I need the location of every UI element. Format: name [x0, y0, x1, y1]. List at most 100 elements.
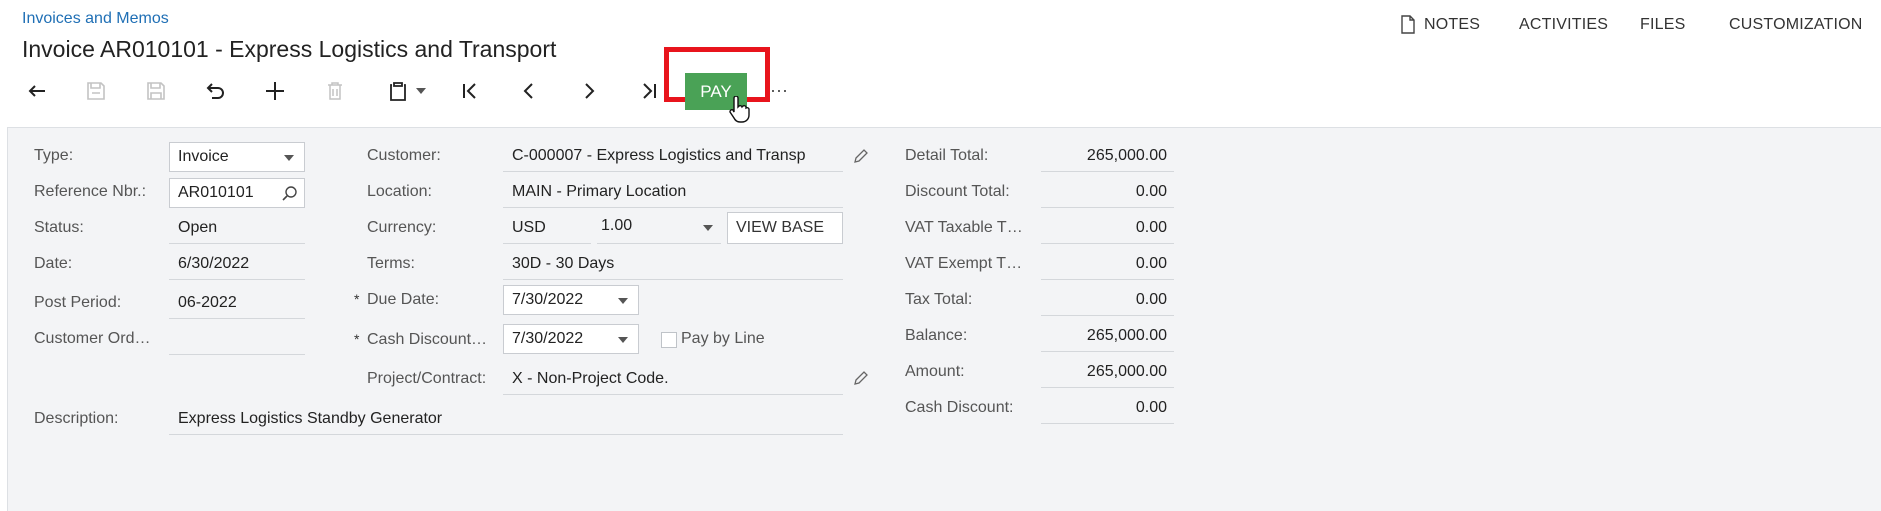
currency-field[interactable]: USD: [503, 213, 591, 244]
post-period-label: Post Period:: [34, 294, 122, 311]
amount-field[interactable]: 265,000.00: [1041, 357, 1174, 388]
date-label: Date:: [34, 255, 73, 272]
back-button[interactable]: [20, 74, 54, 108]
files-button[interactable]: FILES: [1640, 16, 1685, 34]
customer-value: C-000007 - Express Logistics and Transp: [512, 147, 806, 164]
clipboard-icon: [390, 82, 406, 101]
notes-label: NOTES: [1424, 16, 1481, 33]
customer-order-field[interactable]: [169, 324, 305, 355]
detail-total-field: 265,000.00: [1041, 141, 1174, 172]
activities-button[interactable]: ACTIVITIES: [1519, 16, 1608, 34]
status-label: Status:: [34, 219, 84, 236]
reference-nbr-label: Reference Nbr.:: [34, 183, 147, 200]
terms-label: Terms:: [367, 255, 415, 272]
pay-by-line-checkbox[interactable]: [661, 332, 677, 348]
balance-field: 265,000.00: [1041, 321, 1174, 352]
status-value: Open: [178, 219, 218, 236]
pay-by-line-label: Pay by Line: [681, 330, 765, 347]
customer-label: Customer:: [367, 147, 441, 164]
delete-button[interactable]: [318, 74, 352, 108]
amount-label: Amount:: [905, 363, 965, 380]
terms-value: 30D - 30 Days: [512, 255, 615, 272]
discount-total-label: Discount Total:: [905, 183, 1010, 200]
vat-exempt-total-field: 0.00: [1041, 249, 1174, 280]
last-icon: [643, 83, 656, 99]
discount-total-value: 0.00: [1135, 183, 1167, 200]
more-actions-button[interactable]: ···: [770, 80, 788, 101]
description-field[interactable]: Express Logistics Standby Generator: [169, 404, 843, 435]
project-contract-label: Project/Contract:: [367, 370, 487, 387]
date-value: 6/30/2022: [178, 255, 250, 272]
amount-value: 265,000.00: [1086, 363, 1167, 380]
reference-nbr-value: AR010101: [178, 184, 254, 201]
cash-discount-label: Cash Discount:: [905, 399, 1014, 416]
detail-total-label: Detail Total:: [905, 147, 989, 164]
vat-taxable-total-field: 0.00: [1041, 213, 1174, 244]
next-record-button[interactable]: [572, 74, 606, 108]
save-and-close-button[interactable]: [79, 74, 113, 108]
discount-total-field: 0.00: [1041, 177, 1174, 208]
cash-discount-date-value: 7/30/2022: [512, 330, 584, 347]
location-label: Location:: [367, 183, 432, 200]
tax-total-label: Tax Total:: [905, 291, 973, 308]
undo-icon: [206, 83, 224, 99]
vat-exempt-total-value: 0.00: [1135, 255, 1167, 272]
date-field[interactable]: 6/30/2022: [169, 249, 305, 280]
balance-value: 265,000.00: [1086, 327, 1167, 344]
required-star: *: [354, 331, 360, 347]
edit-pencil-icon[interactable]: [852, 369, 870, 387]
vat-taxable-total-label: VAT Taxable T…: [905, 219, 1023, 236]
first-record-button[interactable]: [453, 74, 487, 108]
due-date-value: 7/30/2022: [512, 291, 584, 308]
required-star: *: [354, 291, 360, 307]
chevron-right-icon: [585, 83, 595, 99]
post-period-field[interactable]: 06-2022: [169, 288, 305, 319]
plus-icon: [266, 82, 284, 100]
description-value: Express Logistics Standby Generator: [178, 410, 443, 427]
type-select[interactable]: Invoice: [169, 142, 305, 172]
reference-nbr-input[interactable]: AR010101: [169, 178, 305, 208]
due-date-select[interactable]: 7/30/2022: [503, 285, 639, 315]
add-button[interactable]: [258, 74, 292, 108]
breadcrumb[interactable]: Invoices and Memos: [22, 10, 169, 28]
chevron-down-icon: [284, 155, 294, 161]
edit-pencil-icon[interactable]: [852, 147, 870, 165]
customization-button[interactable]: CUSTOMIZATION: [1729, 16, 1863, 34]
customer-field[interactable]: C-000007 - Express Logistics and Transp: [503, 141, 843, 172]
currency-rate-value: 1.00: [601, 217, 633, 234]
back-arrow-icon: [28, 85, 45, 97]
chevron-left-icon: [523, 83, 533, 99]
due-date-label: Due Date:: [367, 291, 440, 308]
location-value: MAIN - Primary Location: [512, 183, 687, 200]
post-period-value: 06-2022: [178, 294, 237, 311]
document-icon: [1401, 15, 1415, 34]
previous-record-button[interactable]: [512, 74, 546, 108]
cash-discount-field[interactable]: 0.00: [1041, 393, 1174, 424]
currency-value: USD: [512, 219, 546, 236]
last-record-button[interactable]: [632, 74, 666, 108]
search-icon[interactable]: [282, 185, 298, 201]
save-close-icon: [87, 82, 105, 100]
terms-field[interactable]: 30D - 30 Days: [503, 249, 843, 280]
tax-total-value: 0.00: [1135, 291, 1167, 308]
copy-paste-button[interactable]: [380, 74, 432, 108]
save-button[interactable]: [139, 74, 173, 108]
save-icon: [147, 82, 165, 100]
type-value: Invoice: [178, 148, 229, 165]
chevron-down-icon: [618, 337, 628, 343]
trash-icon: [328, 82, 342, 100]
location-field[interactable]: MAIN - Primary Location: [503, 177, 843, 208]
vat-taxable-total-value: 0.00: [1135, 219, 1167, 236]
hand-cursor-icon: [729, 96, 750, 123]
chevron-down-icon: [416, 88, 426, 94]
customer-order-label: Customer Ord…: [34, 330, 151, 347]
project-contract-field[interactable]: X - Non-Project Code.: [503, 364, 843, 395]
balance-label: Balance:: [905, 327, 968, 344]
cash-discount-value: 0.00: [1135, 399, 1167, 416]
undo-button[interactable]: [198, 74, 232, 108]
view-base-button[interactable]: VIEW BASE: [727, 212, 843, 244]
cash-discount-date-select[interactable]: 7/30/2022: [503, 324, 639, 354]
tax-total-field: 0.00: [1041, 285, 1174, 316]
project-contract-value: X - Non-Project Code.: [512, 370, 669, 387]
currency-rate-select[interactable]: 1.00: [597, 213, 721, 244]
